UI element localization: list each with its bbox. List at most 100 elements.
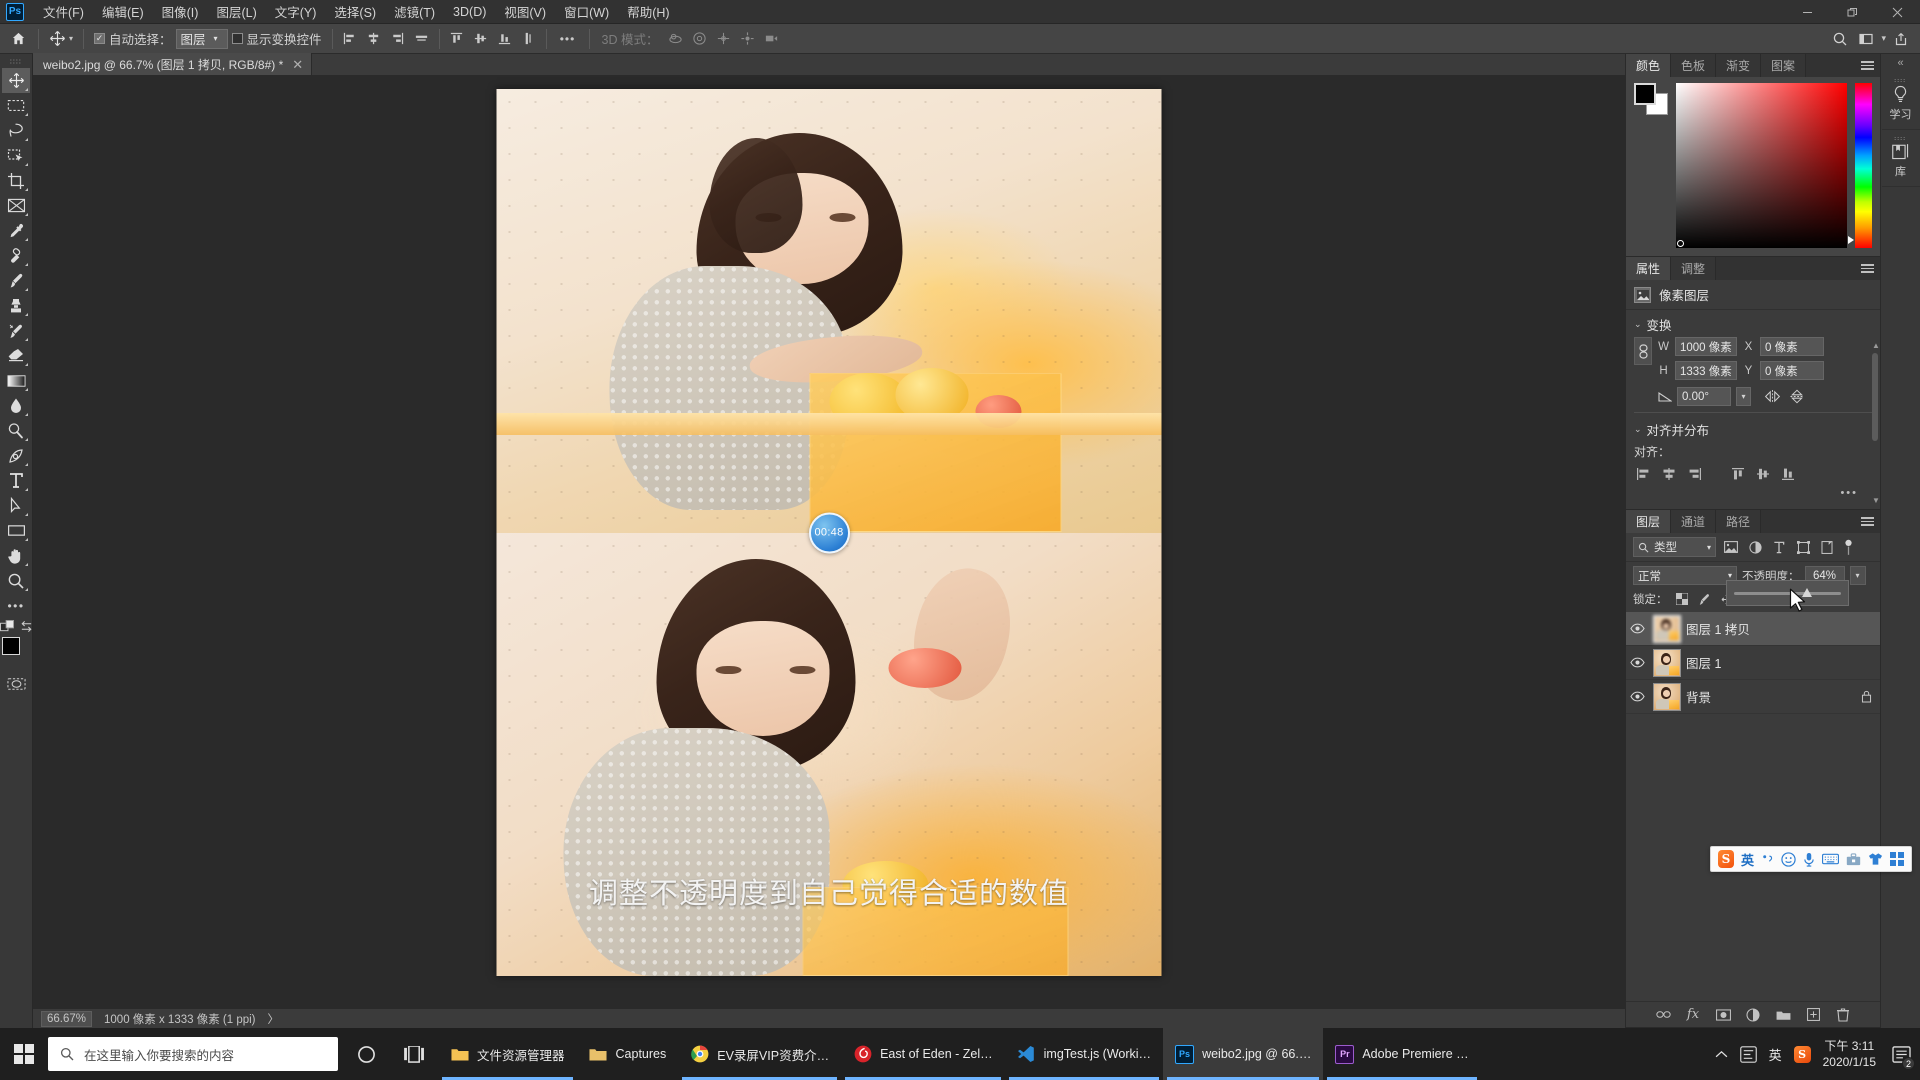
x-input[interactable]: 0 像素: [1760, 337, 1824, 356]
search-icon[interactable]: [1829, 28, 1851, 50]
opacity-slider-popup[interactable]: [1726, 580, 1849, 606]
menu-image[interactable]: 图像(I): [153, 0, 208, 24]
panel-learn[interactable]: 学习: [1881, 72, 1920, 130]
tool-quick-mask[interactable]: [2, 671, 30, 696]
align-vertical-centers-icon[interactable]: [470, 28, 492, 50]
color-panel-swatches[interactable]: [1634, 83, 1668, 115]
microphone-icon[interactable]: [1803, 852, 1815, 867]
layer-name[interactable]: 图层 1: [1686, 653, 1872, 672]
layer-name[interactable]: 背景: [1686, 687, 1856, 706]
ime-mode-tray-label[interactable]: 英: [1769, 1045, 1782, 1064]
angle-input[interactable]: 0.00°: [1677, 387, 1731, 406]
taskbar-app-button[interactable]: 文件资源管理器: [438, 1028, 577, 1080]
filter-shape-icon[interactable]: [1794, 538, 1812, 556]
sogou-tray-icon[interactable]: S: [1793, 1045, 1811, 1063]
lock-transparent-pixels-icon[interactable]: [1673, 590, 1691, 608]
scroll-down-arrow-icon[interactable]: ▼: [1872, 496, 1880, 505]
restore-button[interactable]: [1830, 0, 1875, 24]
tool-move[interactable]: [2, 68, 30, 93]
angle-dropdown[interactable]: ▾: [1736, 387, 1751, 406]
canvas-area[interactable]: 00:48 调整不透明度到自己觉得合适的数值: [33, 76, 1625, 1008]
close-button[interactable]: [1875, 0, 1920, 24]
document-tab[interactable]: weibo2.jpg @ 66.7% (图层 1 拷贝, RGB/8#) * ✕: [33, 53, 313, 75]
cortana-button[interactable]: [342, 1028, 390, 1080]
sogou-ime-bar[interactable]: S 英: [1710, 846, 1912, 872]
tool-rectangle[interactable]: [2, 518, 30, 543]
align-left-edges-icon[interactable]: [1634, 465, 1654, 483]
layer-name[interactable]: 图层 1 拷贝: [1686, 619, 1872, 638]
tool-eraser[interactable]: [2, 343, 30, 368]
tool-lasso[interactable]: [2, 118, 30, 143]
foreground-color-swatch[interactable]: [1634, 83, 1656, 105]
show-transform-controls-checkbox[interactable]: 显示变换控件: [228, 29, 326, 48]
rotate-3d-icon[interactable]: [665, 28, 687, 50]
lock-image-pixels-icon[interactable]: [1696, 590, 1714, 608]
expand-panels-button[interactable]: «: [1881, 54, 1920, 72]
align-horizontal-centers-icon[interactable]: [1659, 465, 1679, 483]
filter-toggle-switch[interactable]: [1842, 538, 1855, 557]
swap-colors-icon[interactable]: [20, 620, 33, 633]
tool-crop[interactable]: [2, 168, 30, 193]
menu-type[interactable]: 文字(Y): [266, 0, 326, 24]
flip-horizontal-icon[interactable]: [1762, 387, 1782, 406]
camera-3d-icon[interactable]: [761, 28, 783, 50]
taskbar-app-button[interactable]: Captures: [577, 1028, 679, 1080]
tab-gradients[interactable]: 渐变: [1716, 54, 1762, 77]
artboard[interactable]: 00:48 调整不透明度到自己觉得合适的数值: [496, 89, 1162, 976]
align-left-edges-icon[interactable]: [339, 28, 361, 50]
distribute-horizontal-icon[interactable]: [411, 28, 433, 50]
scroll-up-arrow-icon[interactable]: ▲: [1872, 341, 1880, 350]
workspace-switcher-icon[interactable]: [1855, 28, 1877, 50]
tool-path-selection[interactable]: [2, 493, 30, 518]
auto-select-checkbox[interactable]: ✓ 自动选择：: [90, 29, 176, 48]
new-group-icon[interactable]: [1775, 1007, 1791, 1023]
tool-brush[interactable]: [2, 268, 30, 293]
tab-layers[interactable]: 图层: [1626, 510, 1672, 533]
share-icon[interactable]: [1890, 28, 1912, 50]
opacity-dropdown-arrow[interactable]: ▾: [1849, 566, 1866, 585]
align-bottom-edges-icon[interactable]: [1778, 465, 1798, 483]
tab-channels[interactable]: 通道: [1671, 510, 1717, 533]
menu-filter[interactable]: 滤镜(T): [385, 0, 444, 24]
taskbar-app-button[interactable]: East of Eden - Zel…: [841, 1028, 1005, 1080]
tab-color[interactable]: 颜色: [1626, 54, 1672, 77]
close-icon[interactable]: ✕: [292, 58, 303, 71]
ime-mode-label[interactable]: 英: [1741, 850, 1754, 869]
align-more-options-button[interactable]: •••: [1634, 487, 1872, 503]
start-button[interactable]: [0, 1028, 48, 1080]
home-button[interactable]: [4, 27, 32, 51]
align-horizontal-centers-icon[interactable]: [363, 28, 385, 50]
layer-style-fx-icon[interactable]: fx: [1685, 1007, 1701, 1023]
y-input[interactable]: 0 像素: [1760, 361, 1824, 380]
keyboard-icon[interactable]: [1822, 853, 1839, 865]
foreground-color-swatch[interactable]: [2, 637, 20, 655]
tool-edit-toolbar[interactable]: •••: [2, 593, 30, 618]
filter-smart-object-icon[interactable]: [1818, 538, 1836, 556]
menu-help[interactable]: 帮助(H): [618, 0, 678, 24]
align-top-edges-icon[interactable]: [1728, 465, 1748, 483]
menu-edit[interactable]: 编辑(E): [93, 0, 153, 24]
properties-scrollbar[interactable]: ▲ ▼: [1871, 341, 1880, 505]
tool-gradient[interactable]: [2, 368, 30, 393]
panel-libraries[interactable]: 库: [1881, 130, 1920, 187]
layers-panel-menu-button[interactable]: [1861, 510, 1874, 533]
color-field[interactable]: [1676, 83, 1847, 248]
emoji-icon[interactable]: [1781, 851, 1796, 867]
move-tool-preset[interactable]: ▾: [45, 27, 77, 51]
filter-type-text-icon[interactable]: [1770, 538, 1788, 556]
taskbar-app-button[interactable]: EV录屏VIP资费介…: [678, 1028, 841, 1080]
punctuation-icon[interactable]: [1761, 853, 1774, 866]
tool-pen[interactable]: [2, 443, 30, 468]
ime-tray-icon[interactable]: [1739, 1045, 1757, 1063]
roll-3d-icon[interactable]: [689, 28, 711, 50]
flip-vertical-icon[interactable]: [1787, 387, 1807, 406]
new-layer-icon[interactable]: [1805, 1007, 1821, 1023]
default-colors-icon[interactable]: [0, 620, 15, 633]
task-view-button[interactable]: [390, 1028, 438, 1080]
menu-layer[interactable]: 图层(L): [207, 0, 265, 24]
notification-center-button[interactable]: 2: [1888, 1039, 1915, 1070]
link-layers-icon[interactable]: [1655, 1007, 1671, 1023]
tool-eyedropper[interactable]: [2, 218, 30, 243]
tab-swatches[interactable]: 色板: [1671, 54, 1717, 77]
auto-select-scope-dropdown[interactable]: 图层 ▾: [175, 28, 228, 49]
